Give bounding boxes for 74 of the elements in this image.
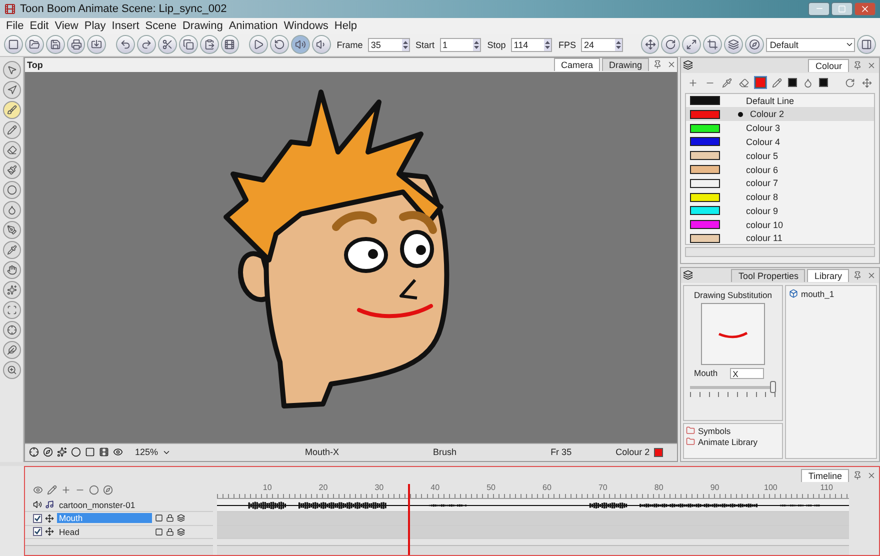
tool-name: Brush	[433, 447, 457, 458]
field-label: FPS	[558, 40, 576, 50]
menu-item[interactable]: Play	[81, 20, 109, 32]
panel-title: Drawing Substitution	[694, 290, 772, 300]
frame-number: 100	[764, 482, 778, 492]
colour-row[interactable]: colour 10	[686, 218, 874, 232]
zoom-level[interactable]: 125%	[135, 447, 158, 458]
workspace-dropdown[interactable]: Default	[766, 38, 856, 52]
field-label: Stop	[487, 40, 506, 50]
frame-number: 20	[318, 482, 328, 492]
frame-number: 50	[486, 482, 496, 492]
colour-row[interactable]: Colour 4	[686, 135, 874, 149]
frame-number: 80	[654, 482, 664, 492]
menu-item[interactable]: File	[3, 20, 27, 32]
menu-item[interactable]: View	[52, 20, 82, 32]
panel-tab[interactable]: Library	[807, 268, 849, 282]
colour-name: Colour 4	[746, 136, 780, 147]
colour-row[interactable]: colour 11	[686, 232, 874, 244]
number-field[interactable]: 24	[580, 38, 623, 52]
colour-name: colour 7	[746, 178, 778, 188]
field-label: Start	[416, 40, 435, 50]
view-name: Top	[27, 60, 43, 70]
menu-item[interactable]: Windows	[280, 20, 332, 32]
menu-item[interactable]: Edit	[26, 20, 52, 32]
library-item[interactable]: mouth_1	[789, 288, 873, 299]
menu-item[interactable]: Drawing	[179, 20, 226, 32]
layer-name[interactable]: Head	[57, 526, 152, 537]
panel-tab[interactable]: Tool Properties	[731, 268, 806, 282]
colour-row[interactable]: Colour 3	[686, 121, 874, 136]
colour-name: Colour 2	[616, 447, 650, 458]
field-label: Frame	[336, 40, 363, 50]
number-field[interactable]: 1	[440, 38, 482, 52]
number-field[interactable]: 114	[510, 38, 552, 52]
menu-item[interactable]: Scene	[142, 20, 180, 32]
colour-name: colour 5	[746, 150, 778, 161]
frame-number: 30	[374, 482, 384, 492]
drawing-field[interactable]: X	[730, 368, 764, 379]
timeline-tab[interactable]: Timeline	[801, 468, 849, 482]
colour-tab[interactable]: Colour	[808, 58, 849, 72]
menu-item[interactable]: Insert	[108, 20, 142, 32]
colour-name: colour 11	[746, 233, 782, 244]
tree-item[interactable]: Animate Library	[686, 436, 780, 447]
colour-name: Colour 2	[750, 109, 784, 120]
colour-row[interactable]: colour 8	[686, 190, 874, 204]
colour-name: colour 6	[746, 164, 778, 174]
frame-number: 60	[542, 482, 552, 492]
colour-row[interactable]: colour 6	[686, 162, 874, 176]
tree-item[interactable]: Symbols	[686, 426, 780, 436]
colour-name: colour 8	[746, 192, 778, 202]
colour-name: colour 10	[746, 220, 784, 230]
view-tab[interactable]: Camera	[554, 58, 600, 72]
menu-item[interactable]: Animation	[226, 20, 281, 32]
frame-number: 70	[598, 482, 608, 492]
layer-label: Mouth	[694, 368, 718, 378]
view-tab[interactable]: Drawing	[602, 58, 649, 72]
frame-number: 40	[430, 482, 440, 492]
frame-ruler[interactable]: 10 20 30 40 50 60 70 80 90 100 110	[217, 482, 849, 499]
colour-name: Default Line	[746, 96, 794, 106]
menu-item[interactable]: Help	[331, 20, 360, 32]
colour-name: colour 9	[746, 206, 778, 216]
frame-number: 110	[820, 482, 833, 492]
frame-number: 90	[710, 482, 720, 492]
drawing-name: Mouth-X	[305, 447, 340, 458]
frame-number: 10	[262, 482, 272, 492]
frame-number: Fr 35	[550, 447, 572, 458]
window-title: Toon Boom Animate Scene: Lip_sync_002	[20, 2, 227, 15]
colour-row[interactable]: colour 9	[686, 204, 874, 218]
layer-name[interactable]: cartoon_monster-01	[57, 500, 152, 510]
colour-row[interactable]: colour 7	[686, 176, 874, 190]
colour-row[interactable]: colour 5	[686, 148, 874, 163]
number-field[interactable]: 35	[368, 38, 410, 52]
colour-row[interactable]: Colour 2	[686, 107, 874, 122]
colour-name: Colour 3	[746, 123, 780, 134]
colour-row[interactable]: Default Line	[686, 94, 874, 108]
